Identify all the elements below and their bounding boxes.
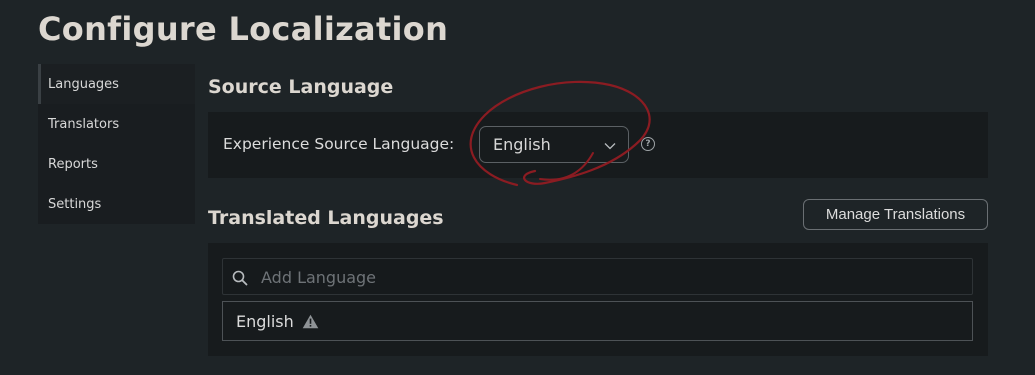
search-placeholder: Add Language (261, 268, 377, 287)
manage-translations-button[interactable]: Manage Translations (803, 199, 988, 230)
localization-page: Configure Localization Languages Transla… (0, 0, 1035, 375)
search-icon (232, 270, 248, 286)
sidebar-item-reports[interactable]: Reports (38, 144, 195, 184)
sidebar: Languages Translators Reports Settings (38, 64, 195, 224)
source-language-dropdown[interactable]: English (479, 126, 629, 163)
sidebar-item-label: Reports (48, 156, 98, 172)
warning-icon (302, 314, 319, 329)
sidebar-item-label: Languages (48, 76, 119, 92)
chevron-down-icon (604, 135, 616, 154)
language-name: English (236, 311, 294, 331)
sidebar-item-label: Settings (48, 196, 102, 212)
source-language-heading: Source Language (208, 76, 394, 98)
page-title: Configure Localization (38, 10, 449, 48)
question-circle-icon[interactable]: ? (641, 137, 655, 151)
sidebar-item-languages[interactable]: Languages (38, 64, 195, 104)
translated-languages-heading: Translated Languages (208, 207, 444, 229)
sidebar-item-settings[interactable]: Settings (38, 184, 195, 224)
sidebar-item-label: Translators (48, 116, 120, 132)
source-language-panel: Experience Source Language: English ? (208, 112, 988, 178)
dropdown-selected-value: English (493, 135, 551, 154)
translated-languages-panel: Add Language English (208, 243, 988, 356)
source-language-label: Experience Source Language: (223, 135, 455, 153)
add-language-search[interactable]: Add Language (222, 258, 973, 295)
language-row[interactable]: English (222, 301, 973, 341)
sidebar-item-translators[interactable]: Translators (38, 104, 195, 144)
